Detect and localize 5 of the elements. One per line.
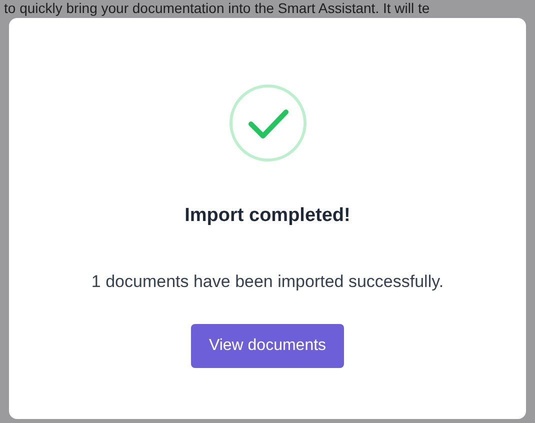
view-documents-button[interactable]: View documents xyxy=(190,324,344,368)
dialog-title: Import completed! xyxy=(184,204,350,228)
dialog-message: 1 documents have been imported successfully. xyxy=(91,270,444,292)
background-text: to quickly bring your documentation into the Smart Assistant. It will te xyxy=(3,0,431,16)
check-circle-icon xyxy=(228,84,306,162)
